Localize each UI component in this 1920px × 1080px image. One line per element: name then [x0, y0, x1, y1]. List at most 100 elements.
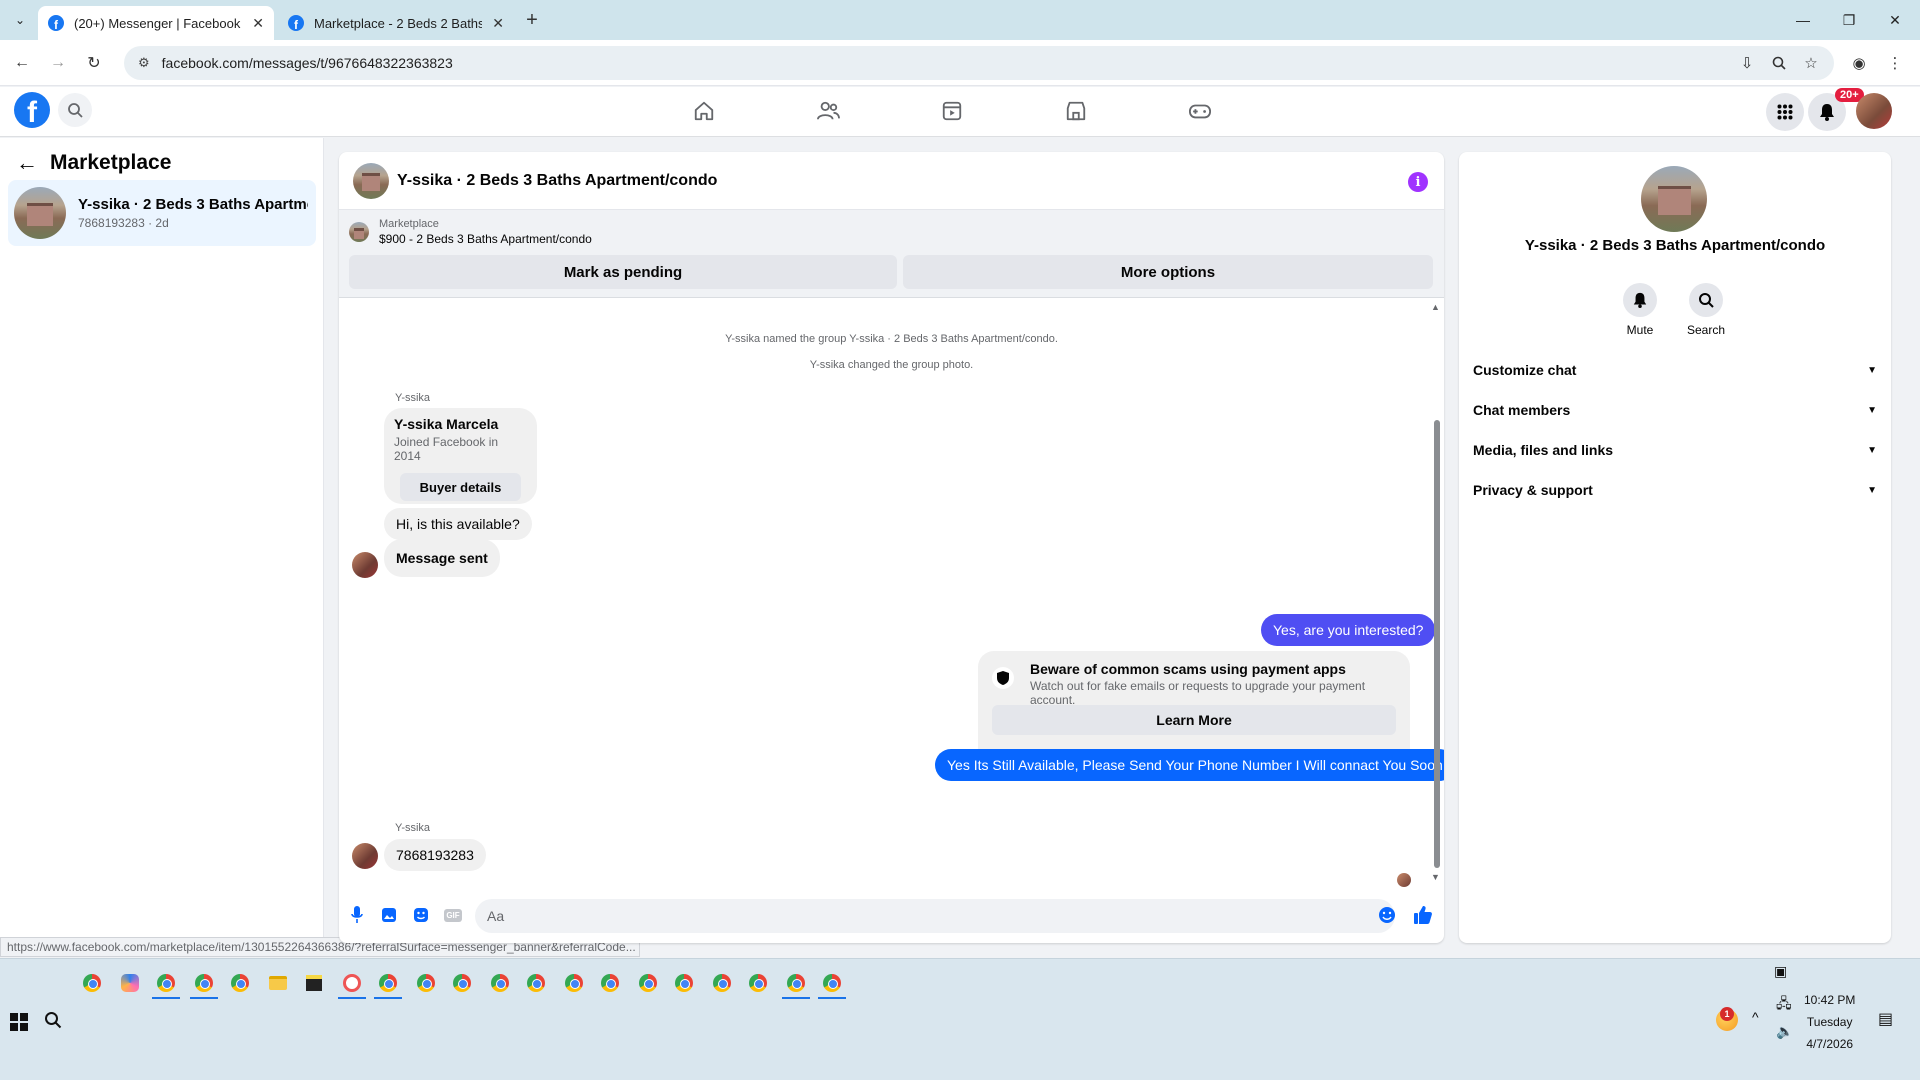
network-icon[interactable]: 🖧 [1776, 993, 1792, 1017]
start-button[interactable] [10, 1013, 28, 1031]
taskbar-chrome[interactable] [450, 969, 474, 997]
url-bar[interactable]: ⚙ facebook.com/messages/t/96766483223638… [124, 46, 1834, 80]
learn-more-button[interactable]: Learn More [992, 705, 1396, 735]
chat-title[interactable]: Y-ssika · 2 Beds 3 Baths Apartment/condo [397, 172, 717, 190]
chevron-up-icon[interactable]: ^ [1752, 1009, 1759, 1025]
bookmark-star-icon[interactable]: ☆ [1800, 52, 1822, 74]
sender-avatar[interactable] [352, 552, 378, 578]
tab-search-button[interactable]: ⌄ [8, 8, 32, 32]
incoming-message[interactable]: 7868193283 [384, 839, 486, 871]
section-customize-chat[interactable]: Customize chat ▼ [1473, 354, 1877, 386]
taskbar-file-explorer[interactable] [266, 969, 290, 997]
thumbs-up-icon[interactable] [1413, 905, 1433, 925]
bell-icon [1623, 283, 1657, 317]
volume-icon[interactable]: 🔈 [1776, 1023, 1793, 1040]
back-arrow-icon[interactable]: ← [16, 150, 38, 176]
menu-kebab-icon[interactable]: ⋮ [1884, 52, 1906, 74]
gaming-icon[interactable] [1180, 95, 1220, 127]
back-button[interactable]: ← [10, 51, 34, 75]
reload-button[interactable]: ↻ [82, 51, 106, 75]
message-input[interactable] [475, 899, 1395, 933]
buyer-joined: Joined Facebook in 2014 [394, 435, 499, 463]
photo-icon[interactable] [379, 905, 399, 925]
search-icon [68, 103, 83, 118]
listing-price-title[interactable]: $900 - 2 Beds 3 Baths Apartment/condo [379, 232, 592, 246]
outgoing-message[interactable]: Yes Its Still Available, Please Send You… [935, 749, 1444, 781]
taskbar-chrome[interactable] [228, 969, 252, 997]
close-tab-icon[interactable]: ✕ [492, 15, 504, 32]
menu-grid-button[interactable] [1766, 93, 1804, 131]
taskbar-chrome[interactable] [746, 969, 770, 997]
taskbar-chrome[interactable] [782, 969, 810, 999]
buyer-details-button[interactable]: Buyer details [400, 473, 521, 501]
system-clock[interactable]: 10:42 PM Tuesday 4/7/2026 [1804, 989, 1855, 1055]
profile-icon[interactable]: ◉ [1848, 52, 1870, 74]
taskbar-chrome[interactable] [374, 969, 402, 999]
chat-avatar[interactable] [353, 162, 389, 199]
minimize-button[interactable]: — [1780, 6, 1826, 34]
info-icon[interactable]: i [1408, 172, 1428, 192]
windows-taskbar: ▣ 1 ^ 🖧 🔈 10:42 PM Tuesday 4/7/2026 ▤ [0, 958, 1920, 1080]
more-options-button[interactable]: More options [903, 255, 1433, 289]
emoji-icon[interactable] [1377, 905, 1397, 925]
chat-scrollbar-thumb[interactable] [1434, 420, 1440, 868]
facebook-logo[interactable]: f [14, 92, 50, 128]
taskbar-chrome[interactable] [152, 969, 180, 999]
taskbar-chrome[interactable] [562, 969, 586, 997]
taskbar-chrome[interactable] [190, 969, 218, 999]
taskbar-snipping-tool[interactable] [338, 969, 366, 999]
gif-icon[interactable]: GIF [443, 905, 463, 925]
taskbar-search-button[interactable] [44, 1011, 62, 1034]
scroll-up-arrow[interactable]: ▲ [1431, 302, 1440, 312]
notification-center-icon[interactable]: ▤ [1878, 1009, 1893, 1029]
section-media-files-links[interactable]: Media, files and links ▼ [1473, 434, 1877, 466]
mark-as-pending-button[interactable]: Mark as pending [349, 255, 897, 289]
sticker-icon[interactable] [411, 905, 431, 925]
taskbar-chrome[interactable] [672, 969, 696, 997]
taskbar-chrome[interactable] [80, 969, 104, 997]
group-photo[interactable] [1641, 166, 1707, 232]
taskbar-chrome[interactable] [818, 969, 846, 999]
close-window-button[interactable]: ✕ [1872, 6, 1918, 34]
clock-day: Tuesday [1806, 1015, 1853, 1029]
site-info-icon[interactable]: ⚙ [138, 55, 150, 71]
chevron-down-icon: ▼ [1867, 484, 1877, 496]
zoom-icon[interactable] [1768, 52, 1790, 74]
incoming-message[interactable]: Hi, is this available? [384, 508, 532, 540]
taskbar-copilot[interactable] [118, 969, 142, 997]
snipping-tool-icon [343, 974, 361, 992]
forward-button[interactable]: → [46, 51, 70, 75]
new-tab-button[interactable]: + [520, 8, 544, 32]
sender-avatar[interactable] [352, 843, 378, 869]
section-chat-members[interactable]: Chat members ▼ [1473, 394, 1877, 426]
taskbar-chrome[interactable] [710, 969, 734, 997]
chrome-icon [601, 974, 619, 992]
home-icon[interactable] [684, 95, 724, 127]
taskbar-chrome[interactable] [636, 969, 660, 997]
tab-messenger[interactable]: f (20+) Messenger | Facebook ✕ [38, 6, 274, 40]
taskbar-chrome[interactable] [488, 969, 512, 997]
incoming-message[interactable]: Message sent [384, 539, 500, 577]
friends-icon[interactable] [808, 95, 848, 127]
scroll-down-arrow[interactable]: ▼ [1431, 872, 1440, 882]
install-app-icon[interactable]: ⇩ [1736, 52, 1758, 74]
account-avatar[interactable] [1856, 93, 1892, 129]
mute-action[interactable]: Mute [1610, 283, 1670, 337]
clipboard-icon[interactable]: ▣ [1774, 963, 1787, 980]
search-action[interactable]: Search [1676, 283, 1736, 337]
sender-name: Y-ssika [395, 822, 431, 834]
marketplace-icon[interactable] [1056, 95, 1096, 127]
outgoing-message[interactable]: Yes, are you interested? [1261, 614, 1436, 646]
microphone-icon[interactable] [347, 905, 367, 925]
facebook-search-button[interactable] [58, 93, 92, 127]
taskbar-chrome[interactable] [524, 969, 548, 997]
section-privacy-support[interactable]: Privacy & support ▼ [1473, 474, 1877, 506]
taskbar-sticky-notes[interactable] [302, 969, 326, 997]
video-icon[interactable] [932, 95, 972, 127]
close-tab-icon[interactable]: ✕ [252, 15, 264, 32]
conversation-item[interactable]: Y-ssika · 2 Beds 3 Baths Apartment... 78… [8, 180, 316, 246]
taskbar-chrome[interactable] [414, 969, 438, 997]
tab-marketplace[interactable]: f Marketplace - 2 Beds 2 Baths A ✕ [278, 6, 514, 40]
taskbar-chrome[interactable] [598, 969, 622, 997]
restore-button[interactable]: ❐ [1826, 6, 1872, 34]
